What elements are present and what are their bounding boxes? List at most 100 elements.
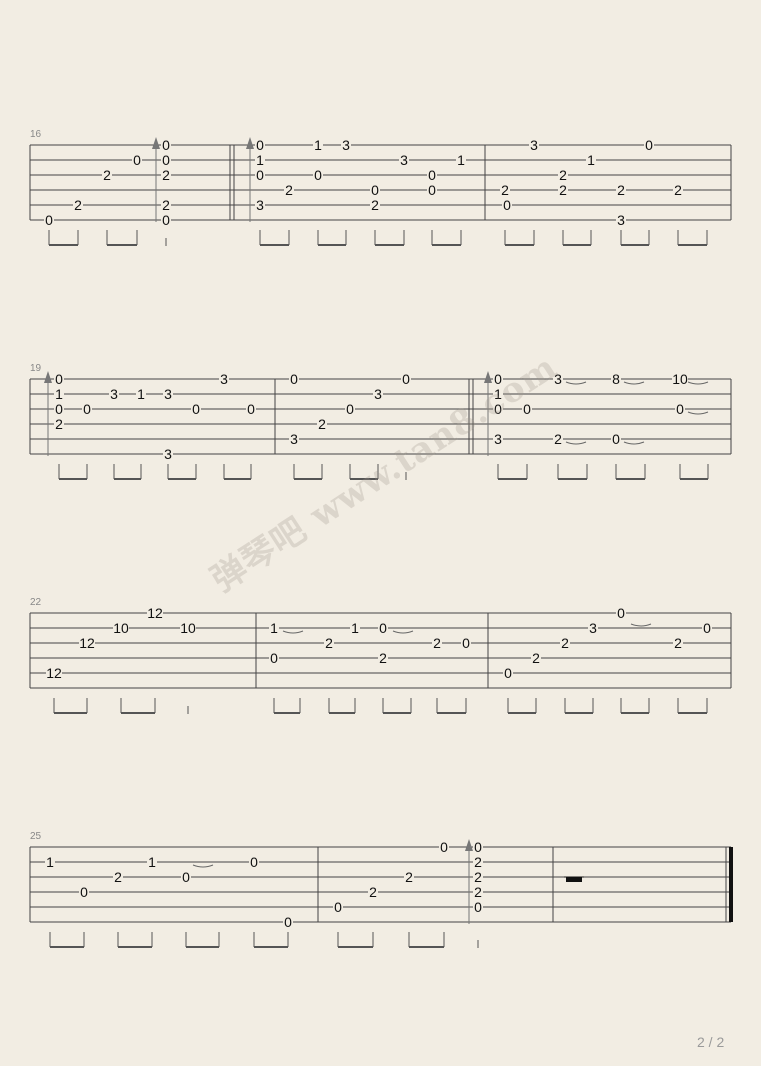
fret-number: 2 xyxy=(617,182,625,198)
fret-number: 3 xyxy=(220,371,228,387)
fret-number: 1 xyxy=(137,386,145,402)
fret-number: 0 xyxy=(676,401,684,417)
measure-number: 16 xyxy=(30,129,42,140)
fret-number: 0 xyxy=(371,182,379,198)
fret-number: 0 xyxy=(55,401,63,417)
tab-system-22: 221212101210 1021 022 00223020 xyxy=(29,597,732,714)
fret-number: 2 xyxy=(474,884,482,900)
fret-number: 0 xyxy=(182,869,190,885)
tie-arc xyxy=(565,441,587,445)
fret-number: 3 xyxy=(164,386,172,402)
tie-arc xyxy=(623,381,645,385)
tab-system-16: 160220002200103200132030010232213202 xyxy=(29,129,732,246)
fret-number: 0 xyxy=(270,650,278,666)
arpeggio-arrow-icon xyxy=(44,371,52,383)
fret-number: 2 xyxy=(285,182,293,198)
fret-number: 0 xyxy=(256,137,264,153)
fret-number: 0 xyxy=(440,839,448,855)
fret-number: 2 xyxy=(674,635,682,651)
arpeggio-arrow-icon xyxy=(246,137,254,149)
whole-rest xyxy=(566,877,582,882)
fret-number: 1 xyxy=(256,152,264,168)
fret-number: 1 xyxy=(587,152,595,168)
fret-number: 0 xyxy=(133,152,141,168)
tie-arc xyxy=(623,441,645,445)
fret-number: 1 xyxy=(46,854,54,870)
fret-number: 2 xyxy=(501,182,509,198)
fret-number: 10 xyxy=(113,620,129,636)
page-number: 2 / 2 xyxy=(697,1034,725,1050)
fret-number: 1 xyxy=(148,854,156,870)
fret-number: 12 xyxy=(147,605,163,621)
fret-number: 1 xyxy=(457,152,465,168)
fret-number: 2 xyxy=(532,650,540,666)
fret-number: 0 xyxy=(428,182,436,198)
fret-number: 3 xyxy=(589,620,597,636)
fret-number: 0 xyxy=(284,914,292,930)
fret-number: 0 xyxy=(80,884,88,900)
fret-number: 2 xyxy=(318,416,326,432)
fret-number: 2 xyxy=(433,635,441,651)
fret-number: 0 xyxy=(250,854,258,870)
fret-number: 0 xyxy=(314,167,322,183)
fret-number: 3 xyxy=(617,212,625,228)
fret-number: 2 xyxy=(674,182,682,198)
fret-number: 0 xyxy=(474,899,482,915)
fret-number: 3 xyxy=(342,137,350,153)
fret-number: 0 xyxy=(645,137,653,153)
final-bar-thick xyxy=(729,847,733,922)
tie-arc xyxy=(630,623,652,627)
fret-number: 0 xyxy=(192,401,200,417)
fret-number: 0 xyxy=(402,371,410,387)
fret-number: 3 xyxy=(374,386,382,402)
fret-number: 2 xyxy=(74,197,82,213)
fret-number: 8 xyxy=(612,371,620,387)
tie-arc xyxy=(687,411,709,415)
tie-arc xyxy=(392,630,414,634)
fret-number: 10 xyxy=(672,371,688,387)
fret-number: 0 xyxy=(162,137,170,153)
fret-number: 2 xyxy=(114,869,122,885)
fret-number: 2 xyxy=(371,197,379,213)
fret-number: 0 xyxy=(346,401,354,417)
fret-number: 2 xyxy=(103,167,111,183)
fret-number: 10 xyxy=(180,620,196,636)
measure-number: 22 xyxy=(30,597,42,608)
fret-number: 0 xyxy=(462,635,470,651)
fret-number: 0 xyxy=(428,167,436,183)
fret-number: 2 xyxy=(325,635,333,651)
tablature-score: 160220002200103200132030010232213202 190… xyxy=(29,129,733,948)
fret-number: 0 xyxy=(474,839,482,855)
fret-number: 2 xyxy=(55,416,63,432)
fret-number: 2 xyxy=(379,650,387,666)
fret-number: 0 xyxy=(290,371,298,387)
fret-number: 2 xyxy=(554,431,562,447)
fret-number: 1 xyxy=(351,620,359,636)
fret-number: 0 xyxy=(162,212,170,228)
fret-number: 3 xyxy=(164,446,172,462)
fret-number: 0 xyxy=(617,605,625,621)
fret-number: 2 xyxy=(474,869,482,885)
fret-number: 2 xyxy=(559,167,567,183)
fret-number: 12 xyxy=(46,665,62,681)
arpeggio-arrow-icon xyxy=(465,839,473,851)
fret-number: 3 xyxy=(256,197,264,213)
fret-number: 0 xyxy=(45,212,53,228)
fret-number: 3 xyxy=(494,431,502,447)
fret-number: 0 xyxy=(379,620,387,636)
fret-number: 0 xyxy=(612,431,620,447)
fret-number: 0 xyxy=(334,899,342,915)
fret-number: 2 xyxy=(561,635,569,651)
fret-number: 1 xyxy=(270,620,278,636)
fret-number: 3 xyxy=(530,137,538,153)
tie-arc xyxy=(192,864,214,868)
fret-number: 1 xyxy=(314,137,322,153)
fret-number: 0 xyxy=(247,401,255,417)
fret-number: 0 xyxy=(503,197,511,213)
fret-number: 0 xyxy=(55,371,63,387)
fret-number: 3 xyxy=(400,152,408,168)
fret-number: 2 xyxy=(162,197,170,213)
fret-number: 1 xyxy=(55,386,63,402)
fret-number: 3 xyxy=(290,431,298,447)
tab-system-25: 25102120020022002220 xyxy=(29,831,733,948)
